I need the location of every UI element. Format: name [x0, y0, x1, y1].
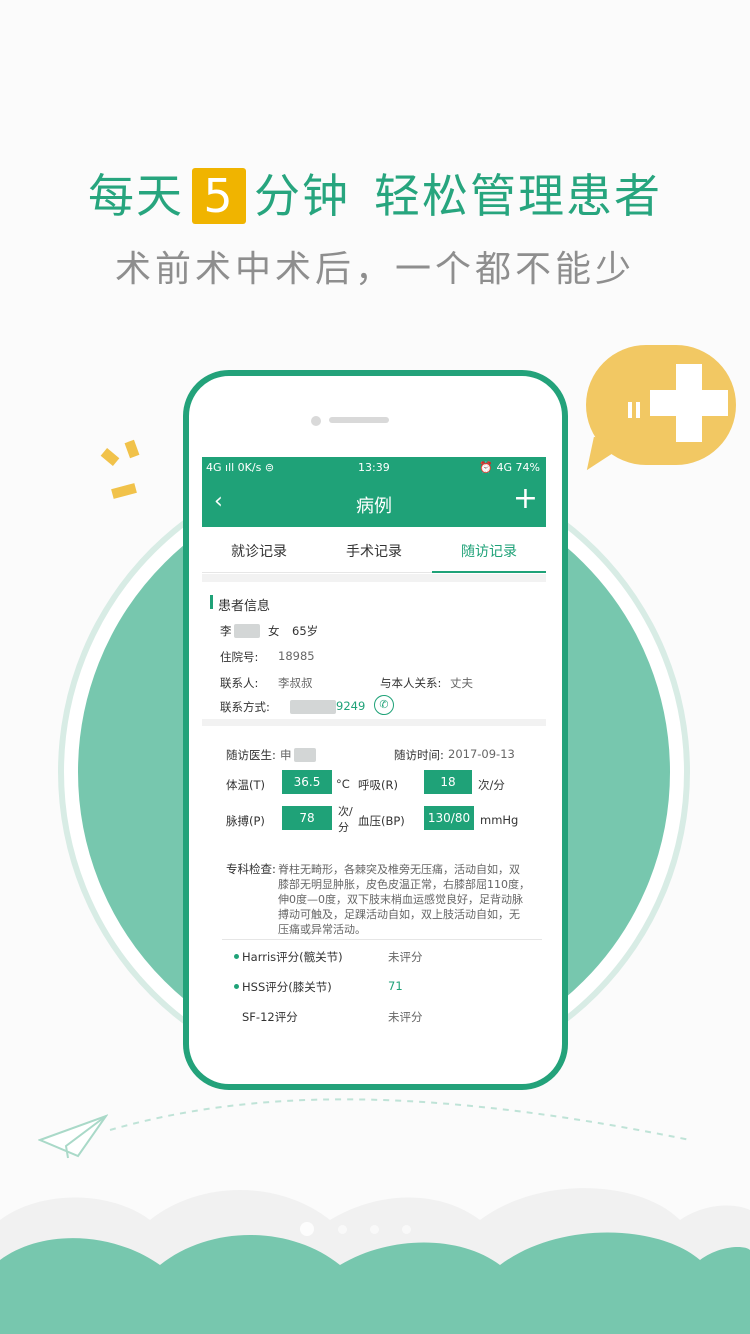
- cloud-wave-decoration: [0, 1188, 750, 1334]
- bubble-tail-decoration: [586, 436, 628, 478]
- subline: 术前术中术后，一个都不能少: [114, 249, 635, 290]
- paper-plane-icon: [38, 1114, 108, 1159]
- blurred-name: [234, 624, 260, 638]
- exam-line: 搏动可触及，足踝活动自如，双上肢活动自如，无: [278, 908, 520, 921]
- temp-value[interactable]: 36.5: [282, 770, 332, 794]
- spark-decoration: [124, 439, 140, 459]
- headline-highlight: 5: [192, 167, 246, 224]
- call-icon[interactable]: ✆: [374, 695, 394, 715]
- headline-part2: 分钟: [254, 169, 350, 223]
- status-right: ⏰ 4G 74%: [479, 461, 540, 474]
- followup-time: 2017-09-13: [448, 747, 515, 761]
- status-bar: 4G ıll 0K/s ⊜ 13:39 ⏰ 4G 74%: [202, 457, 546, 479]
- patient-surname: 李: [220, 624, 232, 638]
- resp-unit: 次/分: [478, 778, 505, 792]
- headline: 每天 5 分钟 轻松管理患者: [0, 160, 750, 228]
- contact-label: 联系人:: [220, 676, 259, 690]
- pulse-unit-1: 次/: [338, 805, 353, 818]
- resp-value[interactable]: 18: [424, 770, 472, 794]
- divider: [202, 574, 546, 582]
- pulse-value[interactable]: 78: [282, 806, 332, 830]
- section-title: 患者信息: [218, 599, 271, 614]
- score-name[interactable]: SF-12评分: [242, 1009, 298, 1025]
- resp-label: 呼吸(R): [358, 778, 398, 792]
- score-value: 71: [388, 979, 403, 993]
- pulse-label: 脉搏(P): [226, 814, 265, 828]
- page-dot: [402, 1225, 411, 1234]
- page-dot: [370, 1225, 379, 1234]
- score-name[interactable]: Harris评分(髋关节): [242, 949, 343, 965]
- app-screen: 4G ıll 0K/s ⊜ 13:39 ⏰ 4G 74% ‹ 病例 + 就诊记录…: [202, 457, 546, 1032]
- blurred-phone: [290, 700, 336, 714]
- dashed-path-decoration: [109, 1098, 691, 1141]
- phone-tail: 9249: [336, 699, 366, 713]
- score-name[interactable]: HSS评分(膝关节): [242, 979, 332, 995]
- bp-label: 血压(BP): [358, 814, 405, 828]
- contact-name: 李叔叔: [278, 676, 313, 690]
- tab-bar: 就诊记录 手术记录 随访记录: [202, 527, 546, 573]
- tab-surgery-records[interactable]: 手术记录: [317, 541, 431, 561]
- followup-time-label: 随访时间:: [394, 748, 444, 762]
- bullet-icon: [234, 954, 239, 959]
- page-dot: [300, 1222, 314, 1236]
- temp-label: 体温(T): [226, 778, 265, 792]
- headline-part1: 每天: [88, 169, 184, 223]
- exam-line: 膝部无明显肿胀，皮色皮温正常，右膝部屈110度，: [278, 878, 530, 891]
- status-time: 13:39: [358, 461, 390, 474]
- temp-unit: °C: [336, 777, 350, 791]
- doctor-label: 随访医生:: [226, 748, 276, 762]
- blurred-doctor: [294, 748, 316, 762]
- exam-line: 伸0度—0度，双下肢末梢血运感觉良好，足背动脉: [278, 893, 523, 906]
- plus-icon[interactable]: +: [513, 484, 538, 514]
- phone-label: 联系方式:: [220, 700, 270, 714]
- tab-followup-records[interactable]: 随访记录: [432, 541, 546, 561]
- patient-age: 65岁: [292, 624, 319, 638]
- tab-visit-records[interactable]: 就诊记录: [202, 541, 316, 561]
- page-title: 病例: [356, 496, 392, 517]
- page-dot: [338, 1225, 347, 1234]
- bp-unit: mmHg: [480, 813, 519, 827]
- spark-decoration: [111, 483, 137, 499]
- headline-part3: 轻松管理患者: [374, 169, 662, 223]
- active-tab-indicator: [432, 571, 546, 573]
- doctor-surname: 申: [280, 748, 292, 762]
- exam-line: 脊柱无畸形，各棘突及椎旁无压痛，活动自如，双: [278, 863, 520, 876]
- score-value: 未评分: [388, 950, 423, 964]
- section-marker: [210, 595, 213, 609]
- dash-decoration: [636, 402, 640, 418]
- divider: [222, 939, 542, 940]
- divider: [202, 719, 546, 726]
- speaker-icon: [329, 417, 389, 423]
- admission-number: 18985: [278, 649, 315, 663]
- exam-line: 压痛或异常活动。: [278, 923, 366, 936]
- status-left: 4G ıll 0K/s ⊜: [206, 461, 275, 474]
- bp-value[interactable]: 130/80: [424, 806, 474, 830]
- bullet-icon: [234, 984, 239, 989]
- dash-decoration: [628, 402, 632, 418]
- relation-label: 与本人关系:: [380, 676, 442, 690]
- exam-label: 专科检查:: [226, 862, 276, 876]
- spark-decoration: [100, 448, 120, 466]
- camera-icon: [311, 416, 321, 426]
- admission-label: 住院号:: [220, 650, 259, 664]
- plus-cross-decoration: [676, 364, 702, 442]
- pulse-unit-2: 分: [338, 821, 349, 834]
- nav-bar: ‹ 病例 +: [202, 479, 546, 527]
- patient-gender: 女: [268, 624, 280, 638]
- relation-value: 丈夫: [450, 676, 473, 690]
- score-value: 未评分: [388, 1010, 423, 1024]
